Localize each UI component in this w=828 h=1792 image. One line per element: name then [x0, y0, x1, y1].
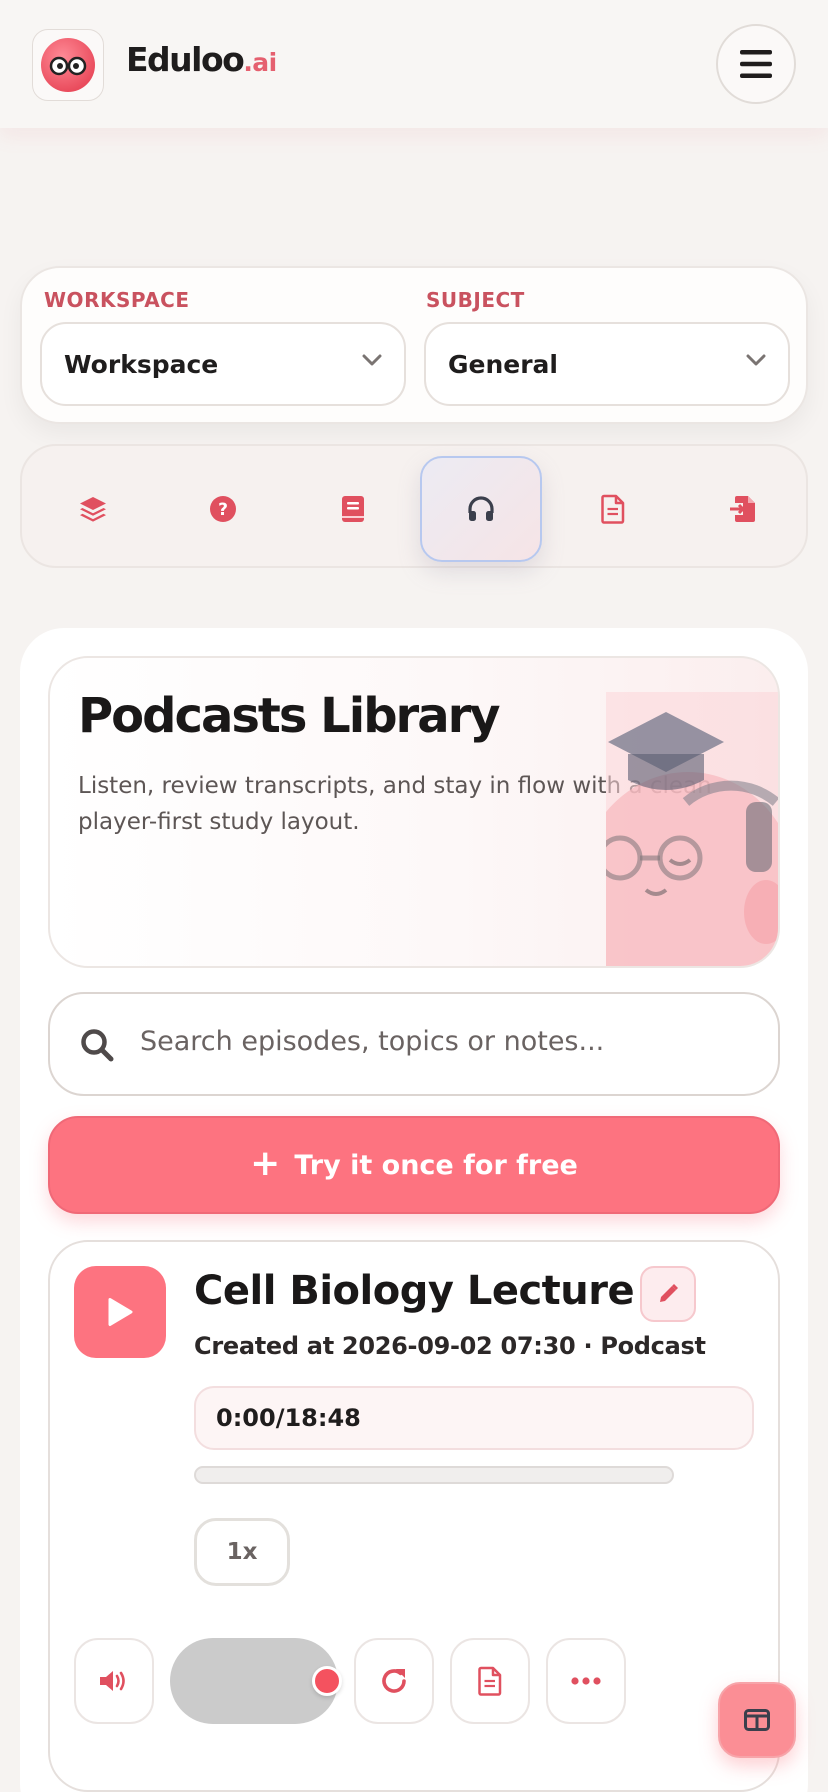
- play-button[interactable]: [74, 1266, 166, 1358]
- file-import-icon: [730, 496, 755, 522]
- app-header: Eduloo .ai: [0, 0, 828, 128]
- play-icon: [108, 1298, 133, 1326]
- volume-icon: [100, 1671, 125, 1691]
- brand-name: Eduloo .ai: [126, 40, 277, 90]
- ellipsis-icon: [571, 1677, 601, 1685]
- podcast-title: Cell Biology Lecture 4: [194, 1268, 675, 1314]
- search-input[interactable]: Search episodes, topics or notes...: [140, 1026, 604, 1057]
- headphones-icon: [468, 496, 494, 521]
- tab-documents[interactable]: [552, 456, 674, 562]
- plus-icon: +: [250, 1142, 281, 1184]
- workspace-value: Workspace: [64, 349, 219, 379]
- volume-slider-handle[interactable]: [312, 1666, 342, 1696]
- owl-glasses-icon: [41, 38, 95, 92]
- pencil-icon: [660, 1284, 678, 1302]
- podcast-meta: Created at 2026-09-02 07:30 · Podcast: [194, 1332, 706, 1360]
- subject-select[interactable]: General: [424, 322, 790, 406]
- logo[interactable]: [32, 29, 104, 101]
- page-title: Podcasts Library: [78, 688, 501, 744]
- chevron-down-icon: [362, 354, 382, 366]
- transcript-icon: [478, 1666, 502, 1696]
- search-icon: [81, 1029, 114, 1062]
- context-selector-card: WORKSPACE Workspace SUBJECT General: [20, 266, 808, 424]
- workspace-select[interactable]: Workspace: [40, 322, 406, 406]
- svg-text:?: ?: [218, 500, 228, 520]
- tab-podcasts[interactable]: [420, 456, 542, 562]
- layout-toggle-button[interactable]: [718, 1682, 796, 1758]
- volume-slider[interactable]: [170, 1638, 342, 1724]
- tab-quiz[interactable]: ?: [162, 456, 284, 562]
- brand-suffix: .ai: [243, 48, 277, 77]
- replay-button[interactable]: [354, 1638, 434, 1724]
- transcript-button[interactable]: [450, 1638, 530, 1724]
- library-hero: Podcasts Library Listen, review transcri…: [48, 656, 780, 968]
- speed-label: 1x: [226, 1539, 258, 1565]
- time-readout: 0:00/18:48: [216, 1404, 361, 1432]
- hamburger-menu-icon: [740, 50, 772, 78]
- tab-flashcards[interactable]: [32, 456, 154, 562]
- workspace-label: WORKSPACE: [44, 288, 190, 312]
- edit-title-button[interactable]: [640, 1266, 696, 1322]
- more-options-button[interactable]: [546, 1638, 626, 1724]
- subject-label: SUBJECT: [426, 288, 525, 312]
- document-icon: [601, 494, 625, 524]
- book-icon: [342, 496, 364, 522]
- rotate-right-icon: [382, 1669, 406, 1693]
- octopus-mascot-illustration: [606, 692, 778, 966]
- progress-bar[interactable]: [194, 1466, 674, 1484]
- try-free-button[interactable]: + Try it once for free: [48, 1116, 780, 1214]
- tab-import[interactable]: [682, 456, 804, 562]
- time-display: 0:00/18:48: [194, 1386, 754, 1450]
- try-free-label: Try it once for free: [294, 1149, 578, 1181]
- question-circle-icon: ?: [210, 496, 236, 522]
- search-bar[interactable]: Search episodes, topics or notes...: [48, 992, 780, 1096]
- subject-value: General: [448, 349, 558, 379]
- chevron-down-icon: [746, 354, 766, 366]
- menu-button[interactable]: [716, 24, 796, 104]
- playback-speed-button[interactable]: 1x: [194, 1518, 290, 1586]
- layers-icon: [80, 497, 106, 522]
- columns-icon: [744, 1709, 770, 1731]
- mute-button[interactable]: [74, 1638, 154, 1724]
- tool-tabs: ?: [20, 444, 808, 568]
- brand-title: Eduloo: [126, 40, 245, 79]
- tab-notes[interactable]: [292, 456, 414, 562]
